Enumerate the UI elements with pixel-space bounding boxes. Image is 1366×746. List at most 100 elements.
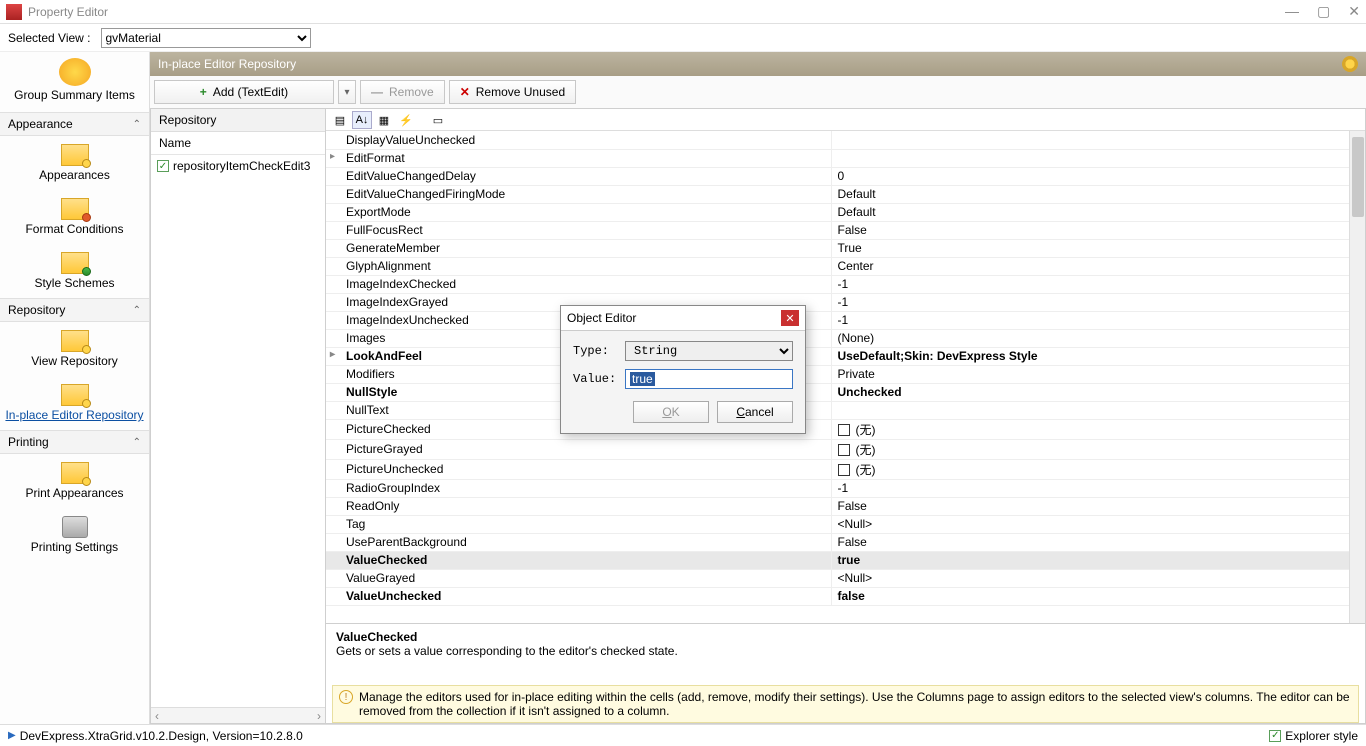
ok-button[interactable]: OK — [633, 401, 709, 423]
property-value[interactable]: Unchecked — [831, 383, 1365, 401]
property-row[interactable]: PictureGrayed(无) — [326, 439, 1365, 459]
property-value[interactable]: UseDefault;Skin: DevExpress Style — [831, 347, 1365, 365]
property-value[interactable] — [831, 401, 1365, 419]
section-repository[interactable]: Repository ⌃ — [0, 298, 149, 322]
toolbar-button-5[interactable]: ▭ — [428, 111, 448, 129]
property-row[interactable]: EditValueChangedFiringModeDefault — [326, 185, 1365, 203]
toolbar-button-3[interactable]: ▦ — [374, 111, 394, 129]
add-button[interactable]: + Add (TextEdit) — [154, 80, 334, 104]
horizontal-scrollbar[interactable]: ‹› — [151, 707, 325, 723]
cancel-button[interactable]: Cancel — [717, 401, 793, 423]
property-value[interactable]: <Null> — [831, 515, 1365, 533]
scrollbar-thumb[interactable] — [1352, 137, 1364, 217]
property-row[interactable]: FullFocusRectFalse — [326, 221, 1365, 239]
property-row[interactable]: EditValueChangedDelay0 — [326, 167, 1365, 185]
property-value[interactable]: -1 — [831, 479, 1365, 497]
property-value[interactable]: False — [831, 533, 1365, 551]
property-row[interactable]: ImageIndexUnchecked-1 — [326, 311, 1365, 329]
sidebar-item-appearances[interactable]: Appearances — [0, 136, 149, 190]
property-key: ImageIndexChecked — [326, 275, 831, 293]
property-row[interactable]: PictureChecked(无) — [326, 419, 1365, 439]
property-row[interactable]: NullText — [326, 401, 1365, 419]
maximize-icon[interactable]: ▢ — [1317, 3, 1330, 20]
property-row[interactable]: Tag<Null> — [326, 515, 1365, 533]
add-dropdown-button[interactable]: ▾ — [338, 80, 356, 104]
property-row[interactable]: ValueGrayed<Null> — [326, 569, 1365, 587]
property-row[interactable]: ExportModeDefault — [326, 203, 1365, 221]
property-value[interactable]: -1 — [831, 293, 1365, 311]
property-row[interactable]: NullStyleUnchecked — [326, 383, 1365, 401]
repository-header: In-place Editor Repository — [150, 52, 1366, 76]
property-grid[interactable]: DisplayValueUnchecked▸EditFormatEditValu… — [326, 131, 1365, 623]
property-value[interactable] — [831, 149, 1365, 167]
property-value[interactable]: -1 — [831, 275, 1365, 293]
property-row[interactable]: ModifiersPrivate — [326, 365, 1365, 383]
selected-view-dropdown[interactable]: gvMaterial — [101, 28, 311, 48]
property-value[interactable] — [831, 131, 1365, 149]
property-value[interactable]: Center — [831, 257, 1365, 275]
property-row[interactable]: Images(None) — [326, 329, 1365, 347]
minimize-icon[interactable]: — — [1285, 3, 1299, 20]
dialog-close-button[interactable]: ✕ — [781, 310, 799, 326]
property-row[interactable]: ValueCheckedtrue — [326, 551, 1365, 569]
property-value[interactable]: True — [831, 239, 1365, 257]
repository-item[interactable]: ✓ repositoryItemCheckEdit3 — [151, 155, 325, 177]
property-row[interactable]: ImageIndexChecked-1 — [326, 275, 1365, 293]
expand-icon[interactable]: ▸ — [330, 151, 335, 162]
property-row[interactable]: ImageIndexGrayed-1 — [326, 293, 1365, 311]
chevron-up-icon: ⌃ — [133, 119, 141, 130]
sidebar-item-format-conditions[interactable]: Format Conditions — [0, 190, 149, 244]
property-value[interactable]: (None) — [831, 329, 1365, 347]
property-value[interactable]: Default — [831, 185, 1365, 203]
selected-view-label: Selected View : — [8, 31, 91, 45]
property-row[interactable]: ReadOnlyFalse — [326, 497, 1365, 515]
sidebar-item-style-schemes[interactable]: Style Schemes — [0, 244, 149, 298]
property-value[interactable]: Default — [831, 203, 1365, 221]
property-row[interactable]: RadioGroupIndex-1 — [326, 479, 1365, 497]
remove-button[interactable]: — Remove — [360, 80, 445, 104]
property-value[interactable]: -1 — [831, 311, 1365, 329]
sidebar-item-inplace-editor-repository[interactable]: In-place Editor Repository — [0, 376, 149, 430]
vertical-scrollbar[interactable] — [1349, 131, 1365, 623]
property-row[interactable]: PictureUnchecked(无) — [326, 459, 1365, 479]
property-value[interactable]: Private — [831, 365, 1365, 383]
property-value[interactable]: False — [831, 221, 1365, 239]
explorer-style-checkbox[interactable]: ✓ — [1269, 730, 1281, 742]
alphabetical-button[interactable]: A↓ — [352, 111, 372, 129]
section-printing[interactable]: Printing ⌃ — [0, 430, 149, 454]
property-value[interactable]: (无) — [831, 419, 1365, 439]
gear-icon[interactable] — [1342, 56, 1358, 72]
categorized-button[interactable]: ▤ — [330, 111, 350, 129]
property-row[interactable]: GlyphAlignmentCenter — [326, 257, 1365, 275]
chevron-up-icon: ⌃ — [133, 437, 141, 448]
sidebar-item-printing-settings[interactable]: Printing Settings — [0, 508, 149, 562]
expand-icon[interactable]: ▸ — [330, 349, 335, 360]
property-value[interactable]: (无) — [831, 459, 1365, 479]
property-value[interactable]: false — [831, 587, 1365, 605]
dialog-titlebar[interactable]: Object Editor ✕ — [561, 306, 805, 331]
section-appearance[interactable]: Appearance ⌃ — [0, 112, 149, 136]
type-dropdown[interactable]: String — [625, 341, 793, 361]
property-row[interactable]: ValueUncheckedfalse — [326, 587, 1365, 605]
sidebar-item-print-appearances[interactable]: Print Appearances — [0, 454, 149, 508]
property-value[interactable]: False — [831, 497, 1365, 515]
close-icon[interactable]: ✕ — [1348, 3, 1360, 20]
property-value[interactable]: 0 — [831, 167, 1365, 185]
grid-icon — [61, 252, 89, 274]
property-row[interactable]: DisplayValueUnchecked — [326, 131, 1365, 149]
property-value[interactable]: <Null> — [831, 569, 1365, 587]
toolbar-button-4[interactable]: ⚡ — [396, 111, 416, 129]
property-value[interactable]: (无) — [831, 439, 1365, 459]
remove-unused-button[interactable]: ✕ Remove Unused — [449, 80, 576, 104]
value-input[interactable]: true — [625, 369, 793, 389]
sidebar-top-item[interactable]: Group Summary Items — [0, 52, 149, 112]
property-row[interactable]: UseParentBackgroundFalse — [326, 533, 1365, 551]
property-grid-panel: ▤ A↓ ▦ ⚡ ▭ DisplayValueUnchecked▸EditFor… — [326, 108, 1366, 724]
property-row[interactable]: GenerateMemberTrue — [326, 239, 1365, 257]
repository-column-name[interactable]: Name — [151, 132, 325, 155]
property-row[interactable]: ▸LookAndFeelUseDefault;Skin: DevExpress … — [326, 347, 1365, 365]
property-row[interactable]: ▸EditFormat — [326, 149, 1365, 167]
triangle-icon[interactable]: ▶ — [8, 730, 16, 741]
sidebar-item-view-repository[interactable]: View Repository — [0, 322, 149, 376]
property-value[interactable]: true — [831, 551, 1365, 569]
